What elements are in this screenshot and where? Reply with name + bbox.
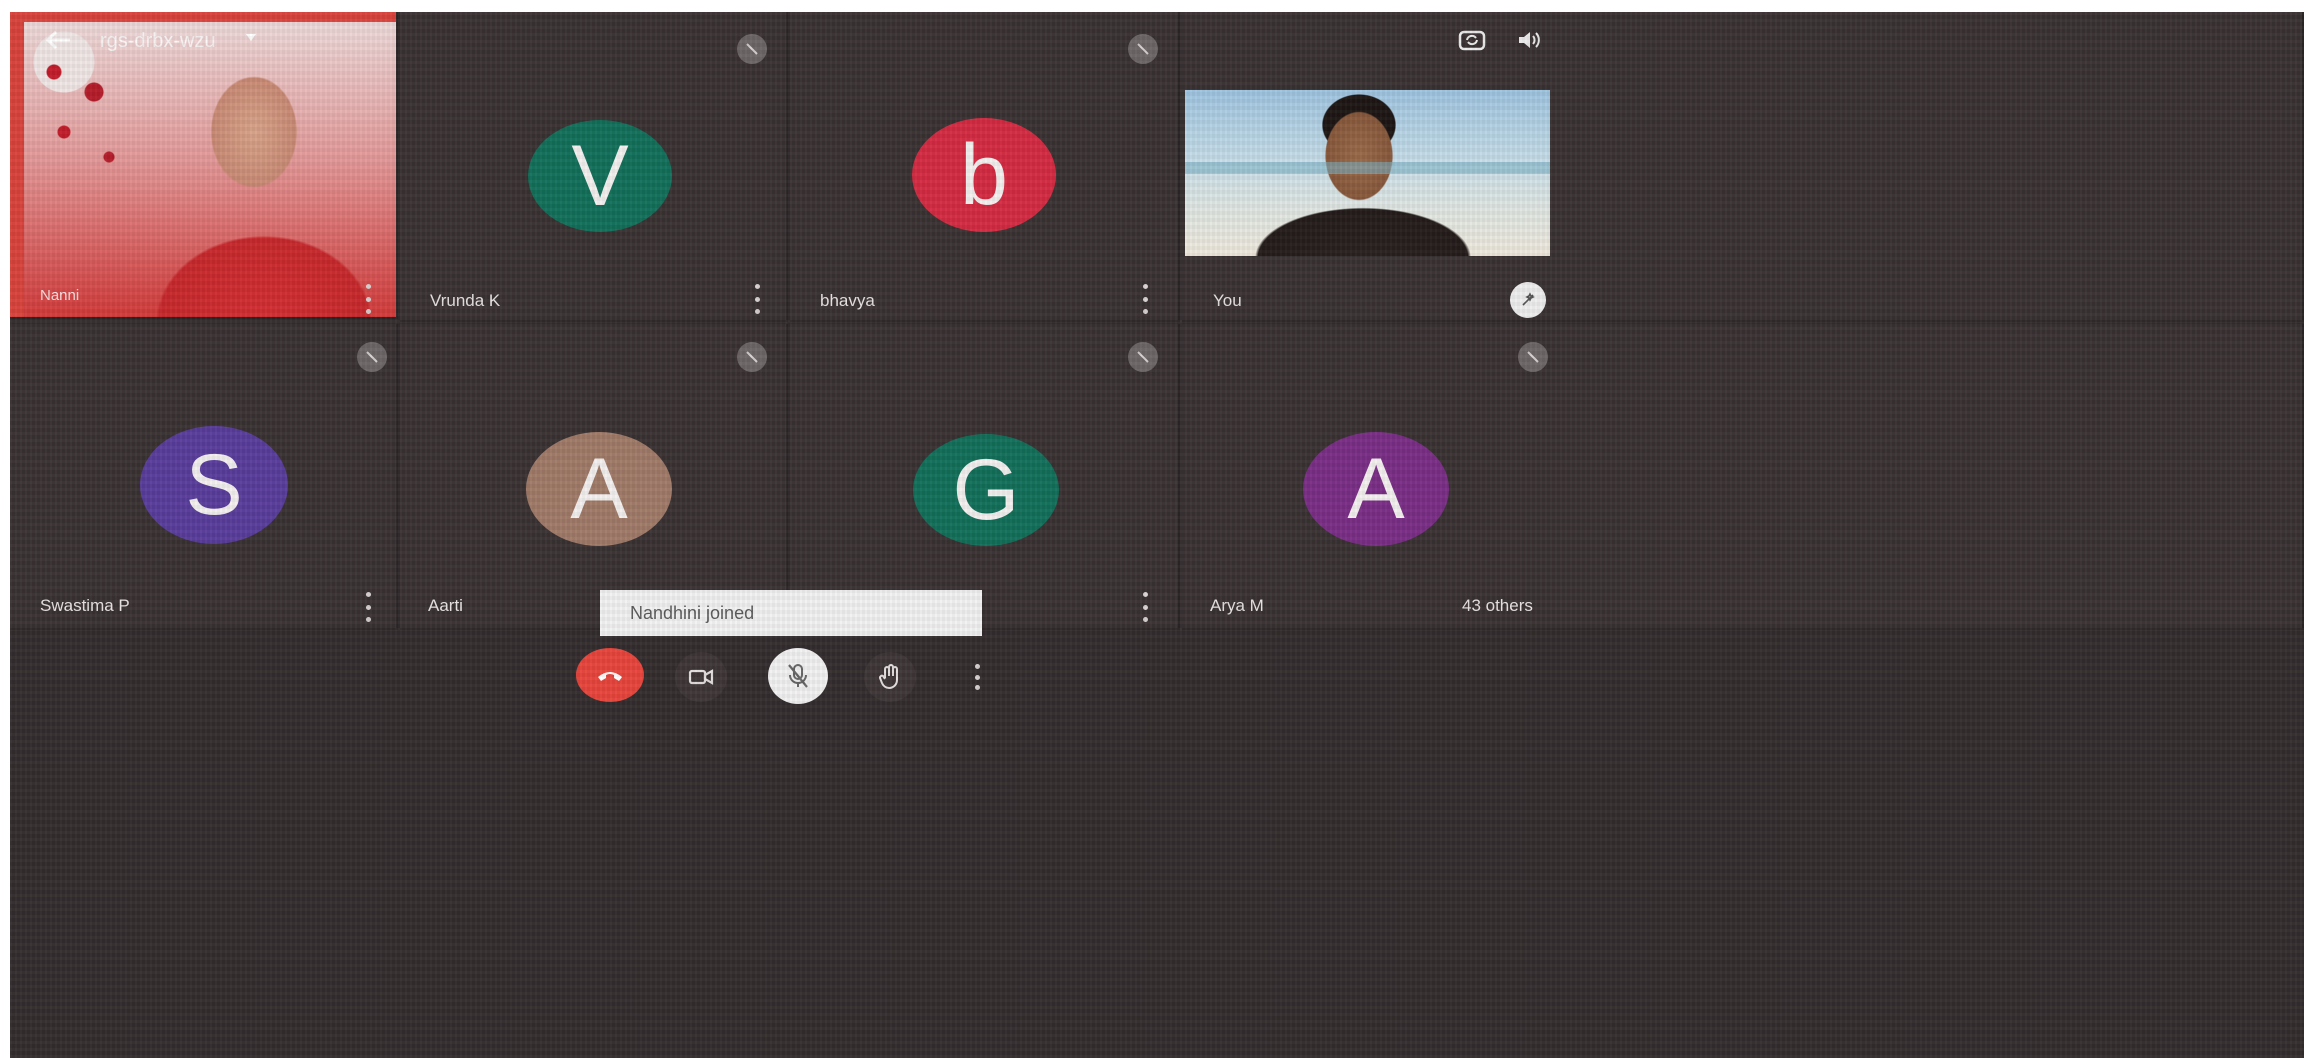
mic-off-icon [1518,342,1548,372]
mic-off-icon [357,342,387,372]
back-icon[interactable] [45,30,72,50]
avatar: V [528,120,672,232]
mic-off-icon [737,342,767,372]
participant-tile-arya[interactable]: A Arya M 43 others [1182,324,2304,630]
join-toast: Nandhini joined [600,590,982,636]
more-vert-icon[interactable] [365,284,371,314]
mic-off-icon [1128,342,1158,372]
avatar: S [140,426,288,544]
participant-name: Vrunda K [430,291,501,310]
participant-name: Arya M [1210,596,1264,615]
more-options-button[interactable] [952,652,1002,702]
phone-hangup-icon [598,672,622,681]
end-call-button[interactable] [576,648,644,702]
more-vert-icon[interactable] [365,592,371,622]
self-video [1185,90,1550,256]
speaker-icon[interactable] [1516,28,1542,52]
participant-name: Nanni [40,287,80,304]
more-vert-icon[interactable] [1142,592,1148,622]
camera-icon [688,669,714,685]
avatar: G [913,434,1059,546]
more-vert-icon[interactable] [1142,284,1148,314]
more-vert-icon [974,664,980,690]
participant-name: Aarti [428,596,463,615]
camera-button[interactable] [675,652,727,702]
participant-tile-aarti[interactable]: A Aarti [400,324,788,630]
participant-tile-vrunda[interactable]: V Vrunda K [400,12,788,322]
mic-button[interactable] [768,648,828,704]
avatar: A [1303,432,1449,546]
mic-off-icon [1128,34,1158,64]
participant-name: bhavya [820,291,875,310]
participant-tile-swastima[interactable]: S Swastima P [10,324,398,630]
more-vert-icon[interactable] [754,284,760,314]
mic-off-icon [737,34,767,64]
sea-band [1185,162,1550,174]
others-count[interactable]: 43 others [1462,596,1533,616]
participant-name-you: You [1213,291,1242,310]
avatar: b [912,118,1056,232]
meeting-stage: rgs-drbx-wzu Nanni V Vrunda K b bhavya Y… [10,12,2304,1058]
participant-tile-bhavya[interactable]: b bhavya [790,12,1180,322]
participant-name: Swastima P [40,596,130,615]
raise-hand-icon [879,664,898,690]
participant-video [24,22,396,317]
petal-decor [34,62,124,182]
avatar: A [526,432,672,546]
participant-tile-nanni[interactable]: rgs-drbx-wzu Nanni [10,12,398,319]
meeting-code[interactable]: rgs-drbx-wzu [100,30,216,53]
participant-tile-g[interactable]: G [790,324,1180,630]
mic-off-icon [788,664,808,688]
effects-button[interactable] [1510,282,1546,318]
camera-switch-icon[interactable] [1458,28,1486,52]
toast-text: Nandhini joined [630,602,755,623]
chevron-down-icon[interactable] [246,34,256,41]
raise-hand-button[interactable] [864,652,916,702]
